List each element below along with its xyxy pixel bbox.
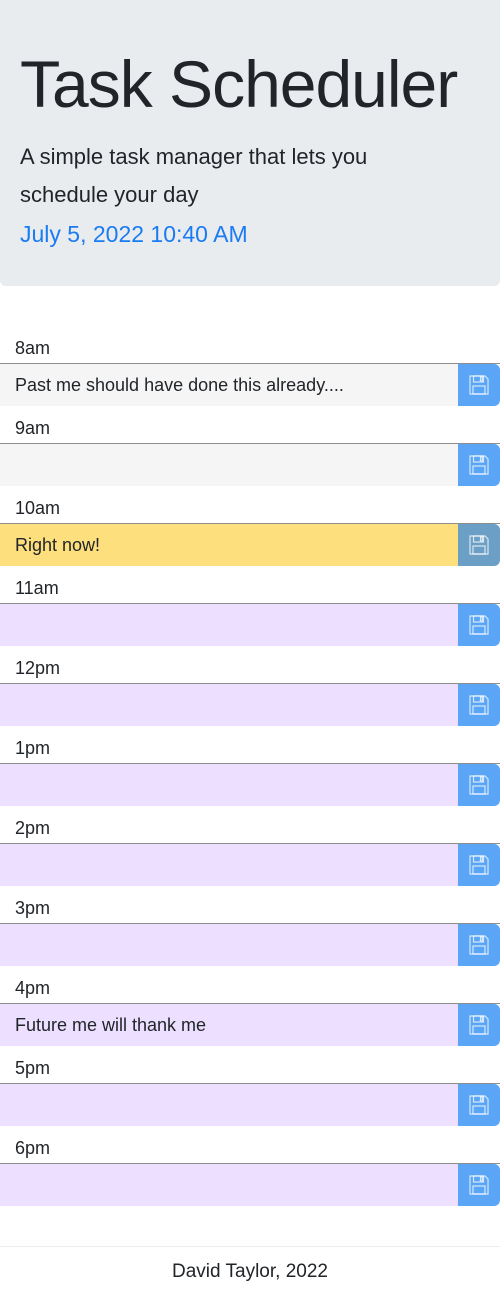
save-button[interactable]: [458, 684, 500, 726]
floppy-disk-icon: [467, 1013, 491, 1037]
hour-label: 5pm: [15, 1058, 51, 1078]
floppy-disk-icon: [467, 773, 491, 797]
task-input[interactable]: Right now!: [0, 524, 458, 566]
task-input[interactable]: [0, 1084, 458, 1126]
floppy-disk-icon: [467, 533, 491, 557]
floppy-disk-icon: [467, 373, 491, 397]
time-block-9am: [0, 443, 500, 486]
time-block-3pm: [0, 923, 500, 966]
hour-label: 4pm: [15, 978, 51, 998]
time-block-10am: Right now!: [0, 523, 500, 566]
hour-label: 8am: [15, 338, 51, 358]
save-button[interactable]: [458, 364, 500, 406]
time-block-11am: [0, 603, 500, 646]
task-input[interactable]: [0, 1164, 458, 1206]
header-jumbotron: Task Scheduler A simple task manager tha…: [0, 0, 500, 286]
floppy-disk-icon: [467, 693, 491, 717]
time-block-1pm: [0, 763, 500, 806]
hour-label: 1pm: [15, 738, 51, 758]
floppy-disk-icon: [467, 933, 491, 957]
footer-credit: David Taylor, 2022: [172, 1261, 328, 1282]
current-datetime: July 5, 2022 10:40 AM: [20, 221, 248, 247]
floppy-disk-icon: [467, 853, 491, 877]
task-input[interactable]: [0, 764, 458, 806]
save-button[interactable]: [458, 924, 500, 966]
time-block-2pm: [0, 843, 500, 886]
task-input[interactable]: [0, 684, 458, 726]
time-block-5pm: [0, 1083, 500, 1126]
save-button[interactable]: [458, 1084, 500, 1126]
time-block-12pm: [0, 683, 500, 726]
save-button[interactable]: [458, 1164, 500, 1206]
hour-label: 10am: [15, 498, 61, 518]
floppy-disk-icon: [467, 1173, 491, 1197]
page-title: Task Scheduler: [20, 47, 458, 121]
hour-label: 3pm: [15, 898, 51, 918]
floppy-disk-icon: [467, 613, 491, 637]
task-input[interactable]: [0, 844, 458, 886]
hour-label: 6pm: [15, 1138, 51, 1158]
hour-label: 9am: [15, 418, 51, 438]
time-block-8am: Past me should have done this already...…: [0, 363, 500, 406]
save-button[interactable]: [458, 1004, 500, 1046]
task-input[interactable]: Past me should have done this already...…: [0, 364, 458, 406]
floppy-disk-icon: [467, 1093, 491, 1117]
floppy-disk-icon: [467, 453, 491, 477]
save-button[interactable]: [458, 844, 500, 886]
save-button[interactable]: [458, 764, 500, 806]
footer-divider: [0, 1246, 500, 1247]
task-input[interactable]: Future me will thank me: [0, 1004, 458, 1046]
task-input[interactable]: [0, 444, 458, 486]
time-block-4pm: Future me will thank me: [0, 1003, 500, 1046]
page-description: A simple task manager that lets you sche…: [20, 144, 368, 207]
hour-label: 11am: [15, 578, 59, 598]
task-input[interactable]: [0, 924, 458, 966]
task-input[interactable]: [0, 604, 458, 646]
save-button[interactable]: [458, 444, 500, 486]
hour-label: 12pm: [15, 658, 61, 678]
save-button[interactable]: [458, 604, 500, 646]
time-block-6pm: [0, 1163, 500, 1206]
hour-label: 2pm: [15, 818, 51, 838]
save-button[interactable]: [458, 524, 500, 566]
